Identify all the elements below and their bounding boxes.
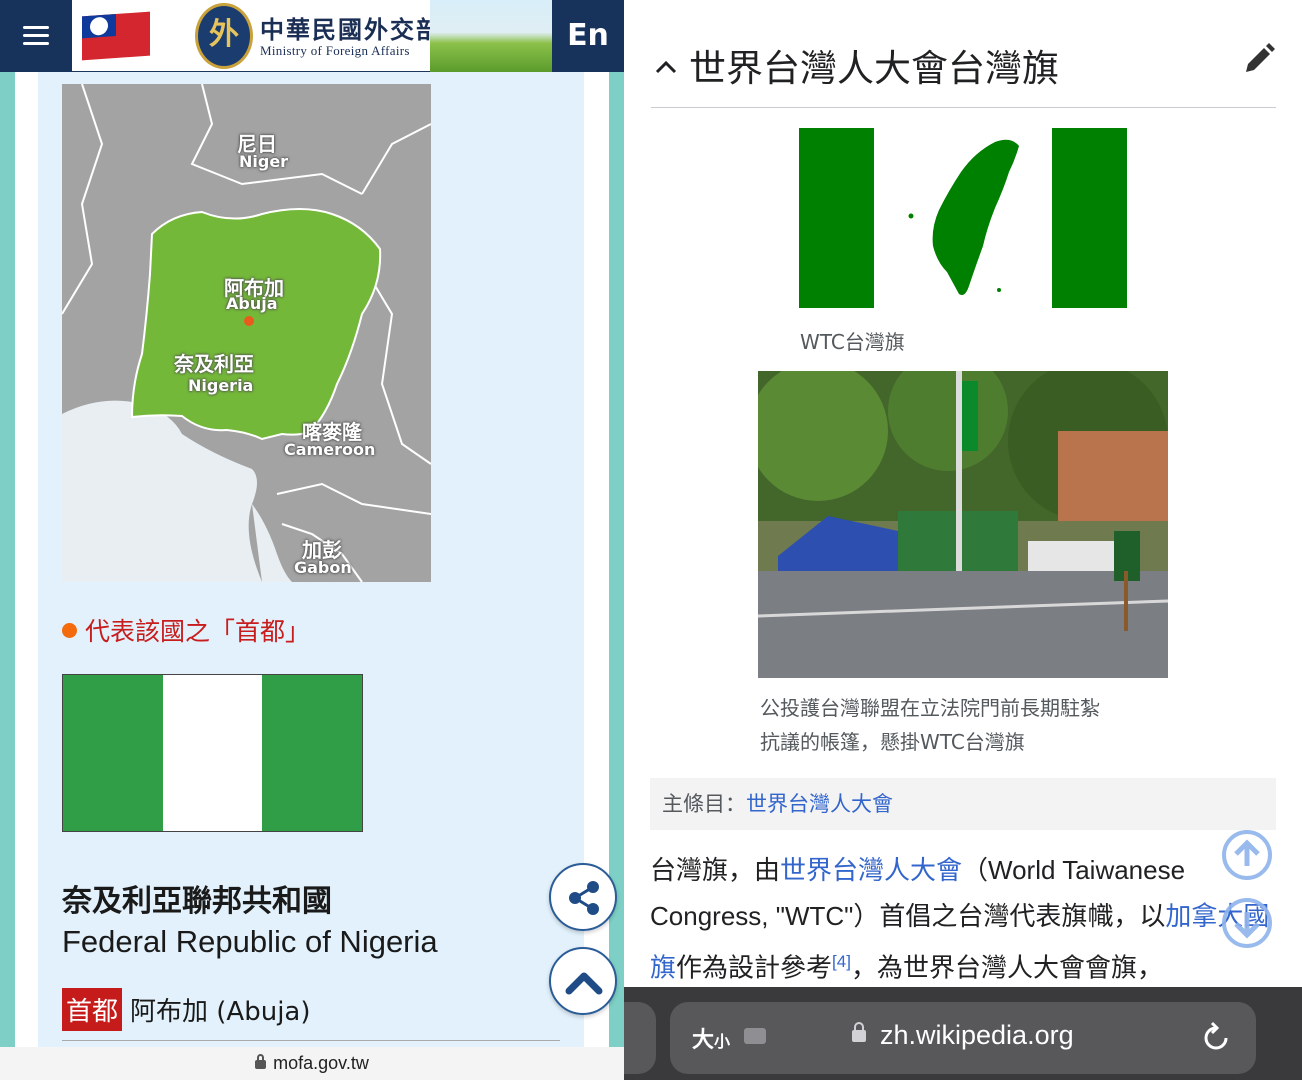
ministry-name-en: Ministry of Foreign Affairs — [260, 43, 410, 58]
mofa-header: 外 中華民國外交部 Ministry of Foreign Affairs En — [0, 0, 624, 72]
capital-legend: 代表該國之「首都」 — [62, 612, 310, 648]
nigeria-label-en: Nigeria — [188, 376, 254, 395]
arrow-down-icon — [1234, 912, 1260, 939]
nigeria-flag — [62, 674, 363, 832]
collapse-chevron-icon[interactable] — [653, 54, 679, 80]
capital-row: 首都 阿布加 (Abuja) — [62, 988, 311, 1031]
address-bar[interactable]: 大小 zh.wikipedia.org — [670, 1002, 1256, 1074]
pencil-icon[interactable] — [1242, 42, 1276, 76]
body-text-1: 台灣旗，由 — [650, 855, 781, 885]
main-article-hatnote: 主條目：世界台灣人大會 — [650, 778, 1276, 830]
capital-value: 阿布加 (Abuja) — [130, 997, 311, 1027]
photo-caption-line1: 公投護台灣聯盟在立法院門前長期駐紮 — [760, 696, 1100, 720]
share-button[interactable] — [549, 863, 617, 931]
wtc-link[interactable]: 世界台灣人大會 — [780, 855, 962, 885]
text-size-button[interactable]: 大小 — [692, 1022, 730, 1054]
url-text: zh.wikipedia.org — [880, 1020, 1074, 1050]
niger-label-en: Niger — [239, 152, 289, 171]
section-title: 世界台灣人大會台灣旗 — [689, 47, 1059, 90]
split-screen: 外 中華民國外交部 Ministry of Foreign Affairs En — [0, 0, 1302, 1080]
capital-dot-icon — [62, 623, 77, 638]
lock-icon — [852, 1022, 866, 1042]
chevron-up-icon — [565, 972, 603, 995]
capital-marker — [244, 316, 254, 326]
photo-graphic — [758, 371, 1168, 678]
header-banner-image — [430, 0, 552, 72]
capital-legend-text: 代表該國之「首都」 — [85, 617, 311, 646]
article-paragraph: 台灣旗，由世界台灣人大會（World Taiwanese Congress, "… — [650, 847, 1278, 991]
scroll-up-button[interactable] — [1222, 830, 1272, 880]
arrow-up-icon — [1234, 839, 1260, 866]
country-map: 尼日 Niger 阿布加 Abuja 奈及利亞 Nigeria 喀麥隆 Came… — [62, 84, 431, 582]
left-url-text: mofa.gov.tw — [273, 1053, 369, 1073]
reference-link[interactable]: [4] — [832, 952, 851, 971]
menu-button[interactable] — [0, 0, 72, 72]
ministry-name-zh[interactable]: 中華民國外交部 — [260, 10, 442, 45]
lock-icon — [255, 1054, 267, 1069]
roc-flag — [82, 11, 150, 61]
cameroon-label-en: Cameroon — [284, 440, 376, 459]
scroll-down-button[interactable] — [1222, 898, 1272, 948]
gabon-label-en: Gabon — [294, 558, 352, 577]
photo-caption-line2: 抗議的帳篷，懸掛WTC台灣旗 — [760, 730, 1025, 754]
body-text-3: 作為設計參考 — [676, 952, 833, 983]
left-rail — [0, 72, 15, 1047]
protest-tent-photo[interactable] — [758, 371, 1168, 678]
left-address-bar[interactable]: mofa.gov.tw — [0, 1047, 624, 1080]
language-button[interactable]: En — [552, 0, 624, 72]
country-name-en: Federal Republic of Nigeria — [62, 924, 438, 959]
back-to-top-button[interactable] — [549, 947, 617, 1015]
flag-caption: WTC台灣旗 — [800, 330, 905, 354]
extension-icon[interactable] — [744, 1028, 766, 1044]
hatnote-label: 主條目： — [662, 792, 746, 816]
reload-icon[interactable] — [1200, 1020, 1232, 1054]
abuja-label-en: Abuja — [226, 294, 278, 313]
mofa-page: 外 中華民國外交部 Ministry of Foreign Affairs En — [0, 0, 624, 1080]
share-icon — [569, 881, 599, 915]
capital-tag: 首都 — [62, 988, 123, 1031]
nigeria-label-zh: 奈及利亞 — [174, 352, 254, 376]
section-header[interactable]: 世界台灣人大會台灣旗 — [651, 36, 1276, 108]
previous-tab-pill[interactable] — [624, 1002, 656, 1074]
country-name-zh: 奈及利亞聯邦共和國 — [62, 884, 332, 919]
wtc-flag-image[interactable] — [799, 128, 1127, 308]
hatnote-link[interactable]: 世界台灣人大會 — [746, 792, 893, 816]
body-text-4: ，為世界台灣人大會會旗， — [850, 952, 1163, 983]
divider — [62, 1040, 560, 1041]
mofa-emblem[interactable]: 外 — [195, 3, 253, 69]
photo-caption: 公投護台灣聯盟在立法院門前長期駐紮 抗議的帳篷，懸掛WTC台灣旗 — [760, 691, 1170, 759]
